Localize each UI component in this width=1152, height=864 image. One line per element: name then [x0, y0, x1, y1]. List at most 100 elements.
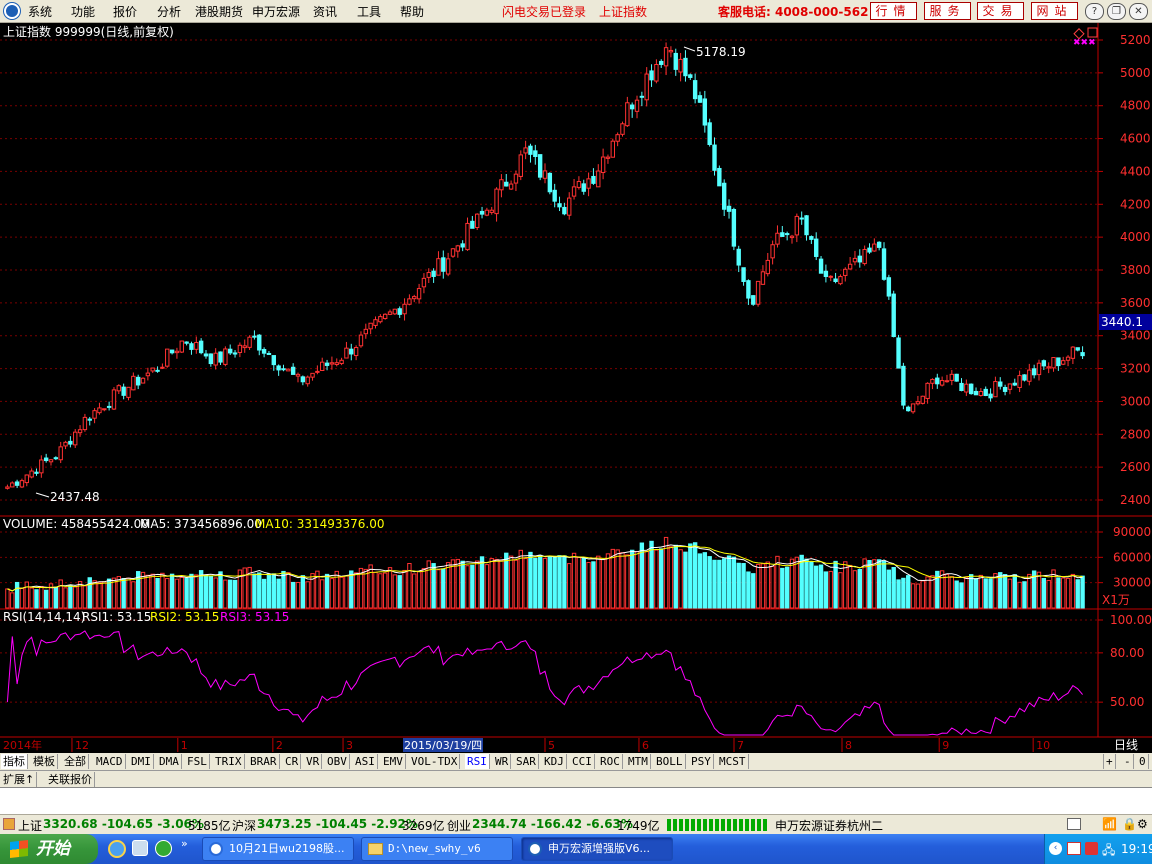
indicator-tab-vr[interactable]: VR: [304, 754, 323, 769]
zoom-in-button[interactable]: +: [1103, 754, 1116, 769]
chart-title: 上证指数 999999(日线,前复权): [3, 24, 174, 39]
indicator-tab-kdj[interactable]: KDJ: [542, 754, 567, 769]
tab-expand[interactable]: 扩展↑: [1, 772, 38, 787]
volume-bar: [39, 585, 44, 609]
candle-body: [993, 381, 998, 398]
help-window-icon[interactable]: ?: [1085, 3, 1104, 20]
indicator-tab-psy[interactable]: PSY: [689, 754, 714, 769]
indicator-tab-obv[interactable]: OBV: [325, 754, 350, 769]
taskbar-item-1[interactable]: 10月21日wu2198股...: [202, 837, 354, 861]
indicator-tab-sar[interactable]: SAR: [514, 754, 539, 769]
indicator-tab-mtm[interactable]: MTM: [626, 754, 651, 769]
menu-swhy[interactable]: 申万宏源: [252, 3, 300, 20]
volume-bar: [915, 583, 921, 609]
candle-body: [872, 243, 877, 252]
price-tick-label: 4200: [1120, 197, 1151, 211]
candle-body: [983, 388, 988, 396]
volume-bar: [228, 579, 233, 609]
indicator-tab-macd[interactable]: MACD: [94, 754, 126, 769]
settings-icon[interactable]: ⚙: [1137, 817, 1148, 831]
clock[interactable]: 19:19: [1121, 842, 1152, 856]
period-label[interactable]: 日线: [1114, 738, 1138, 752]
candle-body: [867, 247, 872, 253]
indicator-tab-rsi[interactable]: RSI: [465, 754, 490, 769]
tab-all[interactable]: 全部: [62, 754, 89, 769]
volume-bar: [203, 574, 209, 609]
rsi1-label: RSI1: 53.15: [82, 610, 151, 624]
tab-indicator[interactable]: 指标: [1, 754, 28, 769]
reset-zoom-button[interactable]: 0: [1137, 754, 1149, 769]
candle-body: [770, 244, 775, 259]
volume-bar: [818, 564, 824, 609]
quicklaunch-app-icon[interactable]: [155, 840, 172, 857]
trade-button[interactable]: 交易: [977, 2, 1024, 20]
volume-ma10-label: MA10: 331493376.00: [255, 517, 385, 531]
volume-bar: [349, 570, 354, 609]
tray-ime-icon[interactable]: [1067, 842, 1081, 855]
menu-tools[interactable]: 工具: [357, 3, 381, 20]
indicator-tab-fsl[interactable]: FSL: [185, 754, 210, 769]
start-button[interactable]: 开始: [0, 834, 98, 864]
lock-icon[interactable]: 🔒: [1122, 817, 1137, 831]
market-button[interactable]: 行情: [870, 2, 917, 20]
candle-body: [673, 52, 678, 70]
website-button[interactable]: 网站: [1031, 2, 1078, 20]
tray-collapse-icon[interactable]: ‹: [1049, 842, 1062, 855]
zoom-out-button[interactable]: -: [1122, 754, 1134, 769]
taskbar-item-3[interactable]: 申万宏源增强版V6...: [521, 837, 673, 861]
tray-network-icon[interactable]: 🖧: [1102, 841, 1115, 862]
candle-body: [116, 385, 122, 392]
indicator-tab-dma[interactable]: DMA: [157, 754, 182, 769]
candle-body: [528, 145, 533, 155]
sh-index-value: 3320.68 -104.65 -3.06%: [43, 817, 204, 831]
volume-bar: [552, 555, 557, 609]
indicator-tab-cr[interactable]: CR: [283, 754, 302, 769]
service-button[interactable]: 服务: [924, 2, 971, 20]
show-desktop-icon[interactable]: [132, 840, 148, 856]
message-icon[interactable]: [1067, 818, 1081, 830]
menu-analysis[interactable]: 分析: [157, 3, 181, 20]
indicator-tab-emv[interactable]: EMV: [381, 754, 406, 769]
volume-bar: [576, 557, 582, 609]
tab-template[interactable]: 模板: [31, 754, 58, 769]
indicator-tab-trix[interactable]: TRIX: [213, 754, 245, 769]
indicator-tab-mcst[interactable]: MCST: [717, 754, 749, 769]
quicklaunch-expand-icon[interactable]: »: [181, 837, 188, 850]
menu-news[interactable]: 资讯: [313, 3, 337, 20]
ie-icon[interactable]: [108, 840, 126, 858]
restore-window-icon[interactable]: ❐: [1107, 3, 1126, 20]
indicator-tab-vol-tdx[interactable]: VOL-TDX: [409, 754, 461, 769]
indicator-tab-wr[interactable]: WR: [493, 754, 512, 769]
menu-help[interactable]: 帮助: [400, 3, 424, 20]
volume-bar: [504, 552, 509, 609]
indicator-tab-cci[interactable]: CCI: [570, 754, 595, 769]
indicator-tab-dmi[interactable]: DMI: [129, 754, 154, 769]
close-window-icon[interactable]: ✕: [1129, 3, 1148, 20]
candle-body: [978, 391, 984, 396]
indicator-tab-roc[interactable]: ROC: [598, 754, 623, 769]
volume-bar: [1017, 581, 1022, 609]
volume-bar: [232, 579, 238, 609]
candle-body: [63, 441, 68, 447]
indicator-tab-boll[interactable]: BOLL: [654, 754, 686, 769]
indicator-tab-asi[interactable]: ASI: [353, 754, 378, 769]
taskbar-item-2[interactable]: D:\new_swhy_v6: [361, 837, 513, 861]
window-toggle-icon[interactable]: [1087, 27, 1098, 38]
candle-body: [504, 181, 509, 187]
menu-function[interactable]: 功能: [71, 3, 95, 20]
tray-app-icon[interactable]: [1085, 842, 1098, 855]
candle-body: [726, 205, 732, 212]
volume-bar: [528, 551, 533, 609]
candle-body: [818, 258, 824, 274]
menu-hk-futures[interactable]: 港股期货: [195, 3, 243, 20]
volume-bar: [794, 556, 800, 609]
menu-system[interactable]: 系统: [28, 3, 52, 20]
volume-bar: [320, 579, 325, 609]
alert-icon[interactable]: [3, 818, 15, 830]
volume-bar: [484, 564, 490, 609]
tab-related-quotes[interactable]: 关联报价: [46, 772, 95, 787]
kline-chart-area[interactable]: 5200 5000 4800 4600 4400 4200 4000 3800 3600 3400…: [0, 23, 1152, 755]
volume-bar: [29, 587, 34, 609]
indicator-tab-brar[interactable]: BRAR: [248, 754, 280, 769]
menu-quote[interactable]: 报价: [113, 3, 137, 20]
